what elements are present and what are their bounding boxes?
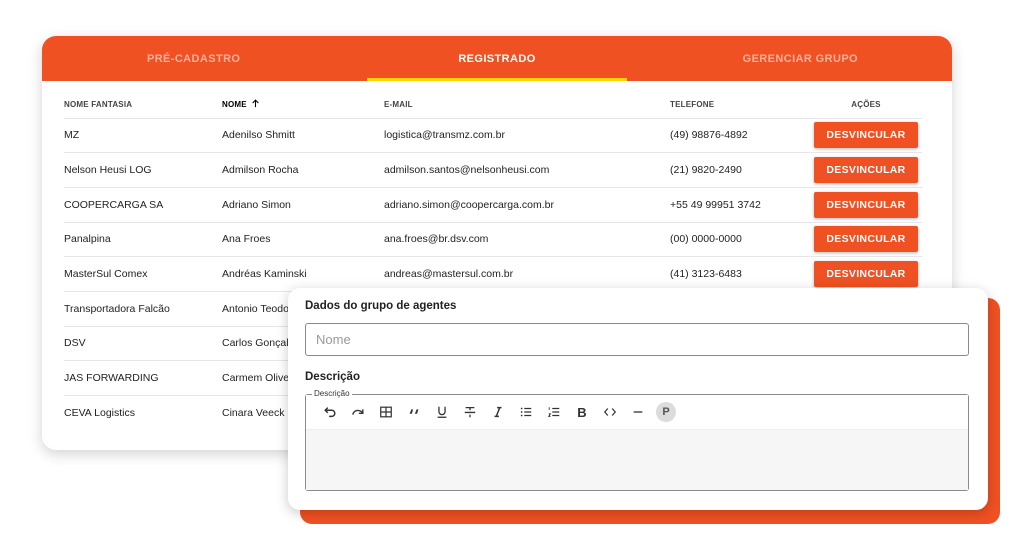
description-textarea[interactable] (306, 430, 968, 490)
paragraph-label: P (656, 402, 676, 422)
cell-nome-fantasia: CEVA Logistics (64, 395, 222, 431)
cell-telefone: +55 49 99951 3742 (670, 186, 810, 223)
redo-icon[interactable] (344, 401, 372, 423)
paragraph-icon[interactable]: P (652, 401, 680, 423)
header-nome[interactable]: NOME (222, 81, 384, 118)
bold-icon[interactable]: B (568, 401, 596, 423)
desvincular-button[interactable]: DESVINCULAR (814, 157, 918, 184)
table-row: COOPERCARGA SA Adriano Simon adriano.sim… (64, 186, 922, 223)
cell-nome: Andréas Kaminski (222, 256, 384, 292)
cell-nome-fantasia: COOPERCARGA SA (64, 186, 222, 223)
table-row: Nelson Heusi LOG Admilson Rocha admilson… (64, 152, 922, 188)
undo-icon[interactable] (316, 401, 344, 423)
cell-telefone: (21) 9820-2490 (670, 152, 810, 188)
agent-group-form-card: Dados do grupo de agentes Descrição Desc… (288, 288, 988, 510)
cell-nome-fantasia: JAS FORWARDING (64, 360, 222, 396)
cell-acoes: DESVINCULAR (810, 221, 922, 257)
bullet-list-icon[interactable] (512, 401, 540, 423)
cell-acoes: DESVINCULAR (810, 256, 922, 292)
cell-email: adriano.simon@coopercarga.com.br (384, 186, 670, 223)
cell-telefone: (49) 98876-4892 (670, 117, 810, 153)
desvincular-button[interactable]: DESVINCULAR (814, 122, 918, 149)
tab-pre-cadastro[interactable]: PRÉ-CADASTRO (42, 36, 345, 81)
desvincular-button[interactable]: DESVINCULAR (814, 261, 918, 288)
table-header-row: NOME FANTASIA NOME E-MAIL TELEFONE AÇÕES (64, 81, 922, 118)
group-name-input[interactable] (305, 323, 969, 356)
cell-email: andreas@mastersul.com.br (384, 256, 670, 292)
desvincular-button[interactable]: DESVINCULAR (814, 191, 918, 218)
table-row: MZ Adenilso Shmitt logistica@transmz.com… (64, 117, 922, 153)
table-icon[interactable] (372, 401, 400, 423)
description-heading: Descrição (305, 371, 360, 383)
bold-label: B (577, 404, 587, 420)
description-editor: Descrição B P (305, 389, 969, 491)
header-nome-label: NOME (222, 100, 247, 110)
tab-bar: PRÉ-CADASTRO REGISTRADO GERENCIAR GRUPO (42, 36, 952, 81)
editor-legend: Descrição (312, 389, 352, 399)
tab-gerenciar-grupo[interactable]: GERENCIAR GRUPO (649, 36, 952, 81)
header-nome-fantasia[interactable]: NOME FANTASIA (64, 81, 222, 118)
strikethrough-icon[interactable] (456, 401, 484, 423)
cell-nome: Ana Froes (222, 221, 384, 257)
cell-email: logistica@transmz.com.br (384, 117, 670, 153)
cell-nome: Admilson Rocha (222, 152, 384, 188)
sort-ascending-icon (252, 99, 260, 108)
table-row: MasterSul Comex Andréas Kaminski andreas… (64, 256, 922, 292)
form-heading: Dados do grupo de agentes (305, 300, 457, 312)
desvincular-button[interactable]: DESVINCULAR (814, 226, 918, 253)
tab-registrado[interactable]: REGISTRADO (345, 36, 648, 81)
cell-email: ana.froes@br.dsv.com (384, 221, 670, 257)
horizontal-rule-icon[interactable] (624, 401, 652, 423)
code-icon[interactable] (596, 401, 624, 423)
underline-icon[interactable] (428, 401, 456, 423)
cell-nome-fantasia: Panalpina (64, 221, 222, 257)
cell-telefone: (00) 0000-0000 (670, 221, 810, 257)
italic-icon[interactable] (484, 401, 512, 423)
table-row: Panalpina Ana Froes ana.froes@br.dsv.com… (64, 221, 922, 257)
cell-nome: Adriano Simon (222, 186, 384, 223)
blockquote-icon[interactable] (400, 401, 428, 423)
header-email[interactable]: E-MAIL (384, 81, 670, 118)
editor-toolbar: B P (306, 395, 968, 430)
cell-email: admilson.santos@nelsonheusi.com (384, 152, 670, 188)
cell-acoes: DESVINCULAR (810, 117, 922, 153)
cell-nome-fantasia: MasterSul Comex (64, 256, 222, 292)
cell-nome-fantasia: DSV (64, 325, 222, 361)
cell-nome-fantasia: Nelson Heusi LOG (64, 152, 222, 188)
header-telefone[interactable]: TELEFONE (670, 81, 810, 118)
cell-nome-fantasia: MZ (64, 117, 222, 153)
cell-nome-fantasia: Transportadora Falcão (64, 290, 222, 327)
ordered-list-icon[interactable] (540, 401, 568, 423)
header-acoes: AÇÕES (851, 99, 881, 109)
cell-telefone: (41) 3123-6483 (670, 256, 810, 292)
cell-nome: Adenilso Shmitt (222, 117, 384, 153)
cell-acoes: DESVINCULAR (810, 186, 922, 223)
cell-acoes: DESVINCULAR (810, 152, 922, 188)
